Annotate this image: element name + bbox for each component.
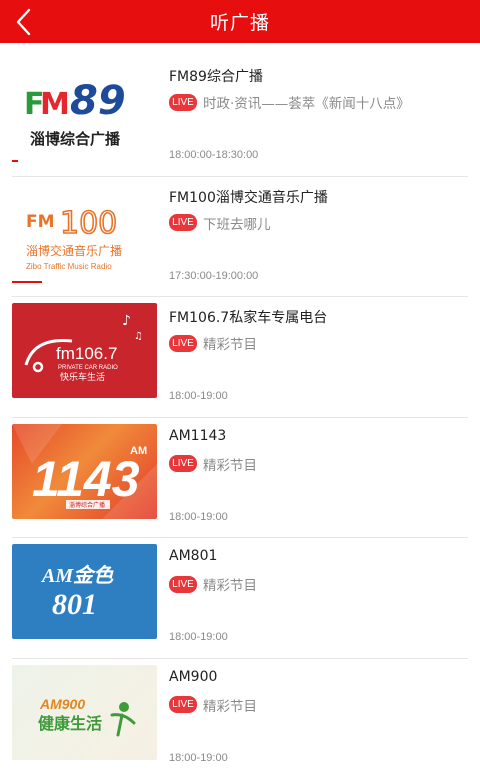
station-name: AM801 [169, 548, 218, 564]
station-item[interactable]: F M 89 淄博综合广播 FM89综合广播 LIVE 时政·资讯——荟萃《新闻… [12, 56, 468, 177]
live-badge: LIVE [169, 93, 197, 111]
svg-text:89: 89 [70, 78, 126, 124]
station-logo: AM900 健康生活 [12, 664, 157, 760]
svg-text:100: 100 [60, 206, 117, 241]
program-title: 精彩节目 [203, 698, 257, 715]
station-name: FM106.7私家车专属电台 [169, 310, 328, 326]
station-item[interactable]: AM900 健康生活 AM900 LIVE 精彩节目 18:00-19:00 [12, 659, 468, 774]
live-badge: LIVE [169, 334, 197, 352]
station-logo: 1143 AM 淄博综合广播 [12, 423, 157, 519]
svg-text:801: 801 [52, 588, 97, 621]
program-title: 时政·资讯——荟萃《新闻十八点》 [203, 96, 410, 112]
program-title: 精彩节目 [203, 337, 257, 353]
program-title: 下班去哪儿 [203, 216, 271, 233]
chevron-left-icon [16, 8, 31, 35]
program-time: 17:30:00-19:00:00 [169, 269, 259, 282]
station-item[interactable]: fm106.7 PRIVATE CAR RADIO 快乐车生活 ♪ ♫ FM10… [12, 297, 468, 418]
station-name: AM1143 [169, 427, 227, 444]
svg-text:健康生活: 健康生活 [38, 714, 102, 733]
app-header: 听广播 [0, 0, 480, 43]
station-logo: fm106.7 PRIVATE CAR RADIO 快乐车生活 ♪ ♫ [12, 303, 157, 398]
live-badge: LIVE [169, 214, 197, 231]
svg-text:淄博综合广播: 淄博综合广播 [69, 501, 105, 509]
svg-text:AM金色: AM金色 [40, 564, 114, 587]
svg-text:♪: ♪ [122, 313, 131, 329]
svg-text:淄博交通音乐广播: 淄博交通音乐广播 [26, 243, 122, 258]
live-badge: LIVE [169, 575, 197, 593]
station-logo: FM 100 淄博交通音乐广播 Zibo Traffic Music Radio [12, 182, 157, 278]
svg-text:M: M [40, 87, 70, 122]
program-time: 18:00-19:00 [169, 510, 228, 523]
station-list: F M 89 淄博综合广播 FM89综合广播 LIVE 时政·资讯——荟萃《新闻… [0, 56, 480, 774]
svg-text:AM900: AM900 [39, 696, 85, 712]
live-badge: LIVE [169, 696, 197, 713]
station-logo: F M 89 淄博综合广播 [12, 62, 157, 157]
station-name: FM89综合广播 [169, 69, 263, 85]
station-item[interactable]: 1143 AM 淄博综合广播 AM1143 LIVE 精彩节目 18:00-19… [12, 418, 468, 538]
program-time: 18:00-19:00 [169, 751, 228, 764]
playback-progress [12, 280, 42, 283]
playback-progress [12, 160, 18, 162]
svg-text:fm106.7: fm106.7 [56, 344, 117, 363]
svg-text:♫: ♫ [134, 331, 143, 342]
live-badge: LIVE [169, 455, 197, 472]
station-name: FM100淄博交通音乐广播 [169, 189, 328, 206]
page-title: 听广播 [209, 12, 270, 34]
svg-text:淄博综合广播: 淄博综合广播 [30, 130, 121, 148]
svg-text:PRIVATE CAR RADIO: PRIVATE CAR RADIO [58, 365, 118, 371]
program-title: 精彩节目 [203, 457, 257, 474]
program-title: 精彩节目 [203, 578, 257, 594]
svg-text:Zibo Traffic Music Radio: Zibo Traffic Music Radio [26, 262, 112, 271]
program-time: 18:00-19:00 [169, 631, 228, 643]
svg-text:1143: 1143 [32, 451, 140, 507]
program-time: 18:00:00-18:30:00 [169, 149, 259, 161]
station-item[interactable]: FM 100 淄博交通音乐广播 Zibo Traffic Music Radio… [12, 177, 468, 297]
svg-text:AM: AM [130, 445, 147, 457]
station-item[interactable]: AM金色 801 AM801 LIVE 精彩节目 18:00-19:00 [12, 538, 468, 659]
station-name: AM900 [169, 668, 218, 685]
back-button[interactable] [6, 0, 42, 43]
svg-text:快乐车生活: 快乐车生活 [60, 371, 105, 383]
program-time: 18:00-19:00 [169, 390, 228, 402]
svg-text:FM: FM [26, 212, 55, 232]
station-logo: AM金色 801 [12, 544, 157, 639]
